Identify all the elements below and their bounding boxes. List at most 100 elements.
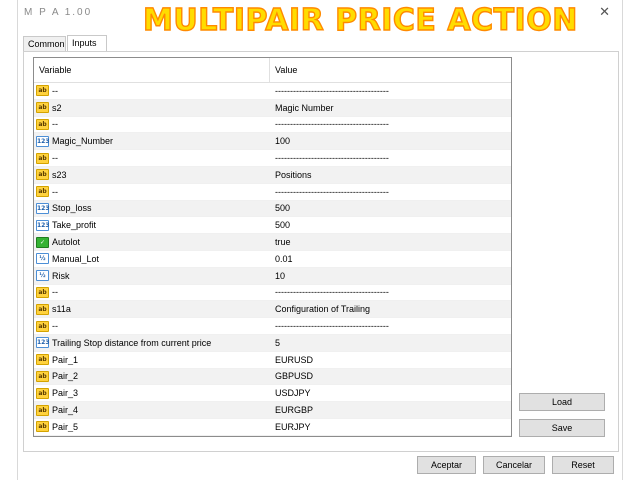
value-cell[interactable]: 5 [270,338,280,348]
close-icon[interactable]: ✕ [599,5,610,20]
table-row[interactable]: ab Pair_5 EURJPY [34,419,511,436]
reset-button[interactable]: Reset [552,456,614,474]
variable-cell: ab s23 [34,169,270,181]
table-row[interactable]: 123 Take_profit 500 [34,217,511,235]
tab-inputs[interactable]: Inputs [67,35,107,52]
string-type-icon: ab [36,85,49,97]
value-cell[interactable]: -------------------------------------- [270,187,389,197]
variable-cell: ab Pair_5 [34,421,270,433]
string-type-icon: ab [36,421,49,433]
banner-title: MULTIPAIR PRICE ACTION [142,2,578,38]
table-row[interactable]: ab Pair_2 GBPUSD [34,368,511,386]
variable-name: -- [52,85,58,96]
variable-cell: ½ Manual_Lot [34,253,270,265]
table-row[interactable]: ✓ Autolot true [34,234,511,251]
value-cell[interactable]: -------------------------------------- [270,287,389,297]
variable-cell: ab -- [34,85,270,97]
value-cell[interactable]: -------------------------------------- [270,119,389,129]
table-row[interactable]: ab Pair_3 USDJPY [34,385,511,403]
variable-name: s23 [52,169,67,180]
variable-name: s2 [52,102,62,113]
variable-cell: ½ Risk [34,270,270,282]
variable-cell: ab -- [34,152,270,164]
table-row[interactable]: ab s11a Configuration of Trailing [34,301,511,319]
table-row[interactable]: ½ Manual_Lot 0.01 [34,251,511,268]
value-cell[interactable]: -------------------------------------- [270,153,389,163]
variable-cell: ab Pair_1 [34,354,270,366]
bool-type-icon: ✓ [36,236,49,248]
variable-name: Risk [52,270,70,281]
cancel-button[interactable]: Cancelar [483,456,545,474]
table-row[interactable]: ab s23 Positions [34,166,511,184]
string-type-icon: ab [36,404,49,416]
value-cell[interactable]: 500 [270,220,290,230]
string-type-icon: ab [36,186,49,198]
string-type-icon: ab [36,320,49,332]
value-cell[interactable]: EURGBP [270,405,313,415]
value-cell[interactable]: GBPUSD [270,371,313,381]
settings-dialog: M P A 1.00 MULTIPAIR PRICE ACTION ✕ Comm… [17,0,623,480]
variable-cell: ✓ Autolot [34,236,270,248]
grid-rows: ab -- ------------------------------------… [34,83,511,436]
value-cell[interactable]: Magic Number [270,103,334,113]
table-row[interactable]: ab Pair_4 EURGBP [34,402,511,419]
value-cell[interactable]: -------------------------------------- [270,321,389,331]
column-header-value[interactable]: Value [270,65,297,75]
variable-name: Manual_Lot [52,253,100,264]
variable-cell: ab -- [34,320,270,332]
table-row[interactable]: ab -- ------------------------------------… [34,184,511,201]
string-type-icon: ab [36,354,49,366]
value-cell[interactable]: EURUSD [270,355,313,365]
value-cell[interactable]: USDJPY [270,388,311,398]
inputs-grid: Variable Value ab -- ---------------------… [33,57,512,437]
table-row[interactable]: 123 Trailing Stop distance from current p… [34,334,511,352]
string-type-icon: ab [36,370,49,382]
value-cell[interactable]: -------------------------------------- [270,86,389,96]
value-cell[interactable]: Configuration of Trailing [270,304,370,314]
table-row[interactable]: ab -- ------------------------------------… [34,318,511,335]
variable-name: -- [52,153,58,164]
variable-cell: ab Pair_4 [34,404,270,416]
ok-button[interactable]: Aceptar [417,456,476,474]
variable-name: -- [52,287,58,298]
table-row[interactable]: ab Pair_1 EURUSD [34,352,511,369]
variable-name: Magic_Number [52,136,114,147]
value-cell[interactable]: true [270,237,291,247]
value-cell[interactable]: 500 [270,203,290,213]
window-title: M P A 1.00 [24,7,93,18]
integer-type-icon: 123 [36,337,50,349]
value-cell[interactable]: 0.01 [270,254,293,264]
string-type-icon: ab [36,102,49,114]
table-row[interactable]: 123 Magic_Number 100 [34,133,511,151]
variable-name: -- [52,186,58,197]
table-row[interactable]: 123 Stop_loss 500 [34,200,511,218]
variable-name: Pair_3 [52,388,79,399]
variable-cell: 123 Stop_loss [34,202,270,214]
save-button[interactable]: Save [519,419,605,437]
double-type-icon: ½ [36,270,49,282]
value-cell[interactable]: 10 [270,271,285,281]
value-cell[interactable]: Positions [270,170,312,180]
variable-name: Stop_loss [52,203,92,214]
variable-cell: ab -- [34,118,270,130]
load-button[interactable]: Load [519,393,605,411]
column-header-variable[interactable]: Variable [34,58,270,82]
variable-name: -- [52,119,58,130]
table-row[interactable]: ½ Risk 10 [34,267,511,285]
variable-name: Take_profit [52,220,97,231]
string-type-icon: ab [36,387,49,399]
value-cell[interactable]: EURJPY [270,422,311,432]
integer-type-icon: 123 [36,135,50,147]
variable-name: Pair_2 [52,371,79,382]
variable-name: Pair_1 [52,354,79,365]
table-row[interactable]: ab -- ------------------------------------… [34,285,511,302]
variable-cell: 123 Magic_Number [34,135,270,147]
table-row[interactable]: ab -- ------------------------------------… [34,117,511,134]
variable-cell: ab Pair_3 [34,387,270,399]
table-row[interactable]: ab -- ------------------------------------… [34,150,511,167]
string-type-icon: ab [36,303,49,315]
table-row[interactable]: ab -- ------------------------------------… [34,83,511,100]
table-row[interactable]: ab s2 Magic Number [34,99,511,117]
tab-common[interactable]: Common [23,36,66,52]
value-cell[interactable]: 100 [270,136,290,146]
